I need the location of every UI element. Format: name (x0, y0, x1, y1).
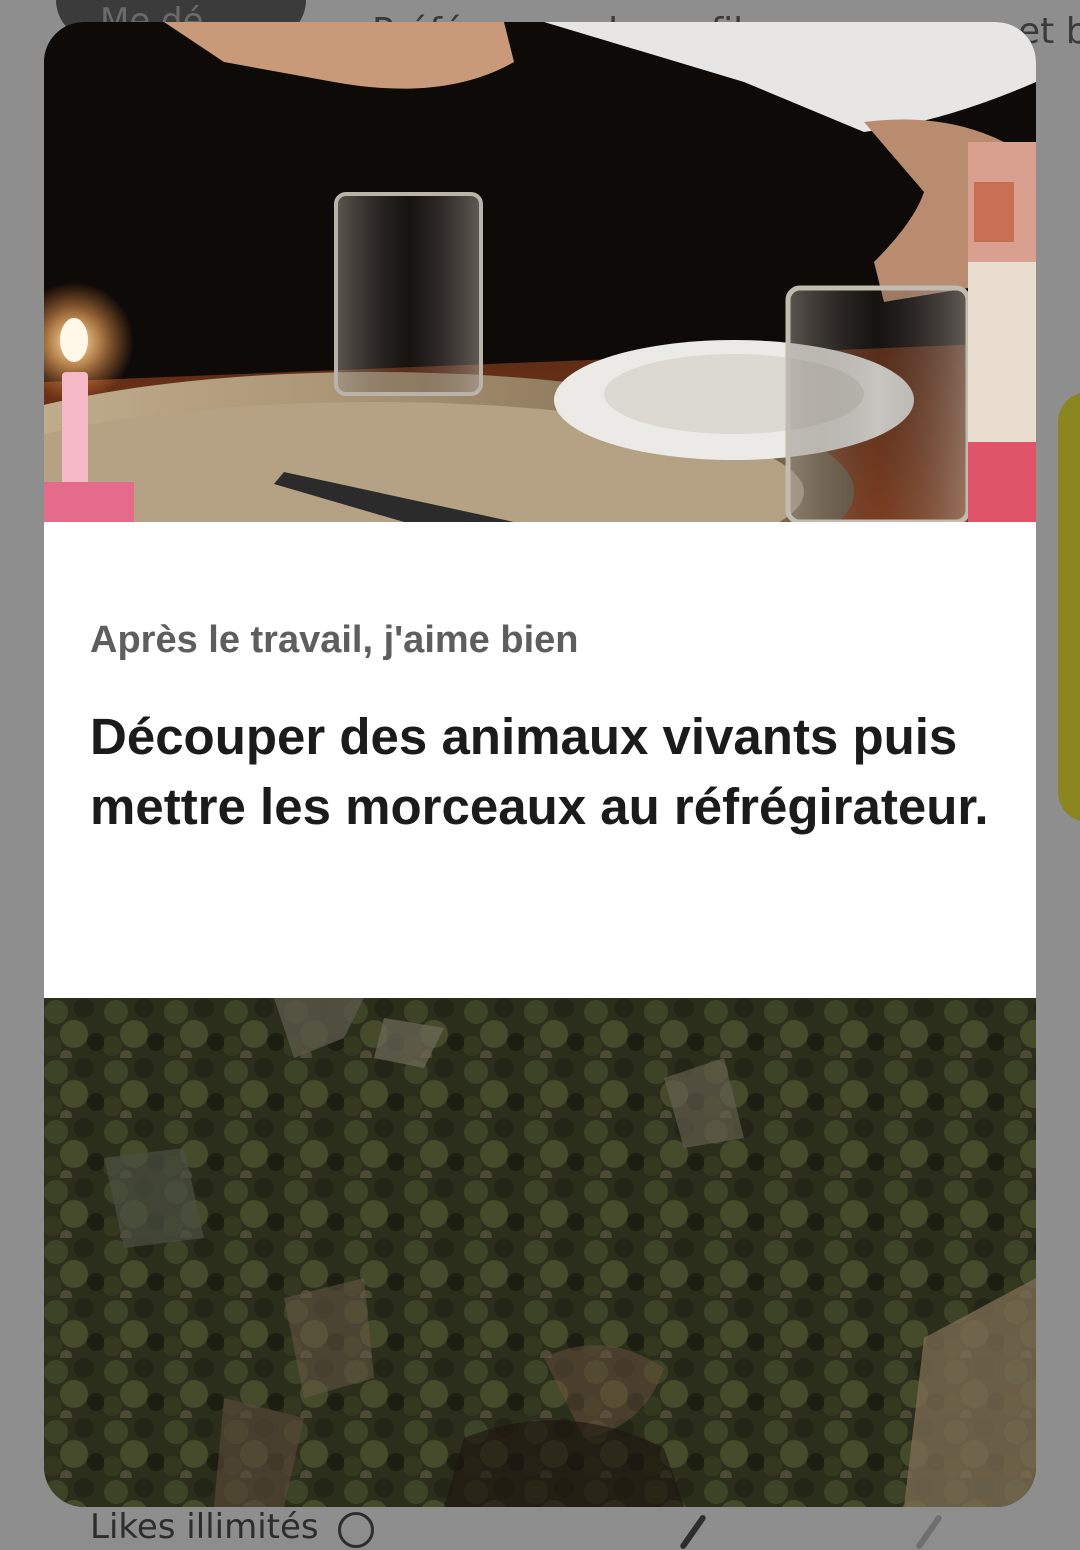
prompt-question: Après le travail, j'aime bien (90, 619, 579, 661)
profile-card[interactable]: Après le travail, j'aime bien Découper d… (44, 22, 1036, 1507)
pencil-icon-faded (915, 1513, 943, 1550)
profile-photo-dinner[interactable] (44, 22, 1036, 522)
profile-photo-forest[interactable] (44, 998, 1036, 1507)
forest-hillside-photo (44, 998, 1036, 1507)
pencil-icon (679, 1513, 707, 1550)
background-next-card (1058, 392, 1080, 822)
prompt-answer: Découper des animaux vivants puis mettre… (90, 708, 989, 835)
info-icon (338, 1512, 374, 1548)
dinner-table-photo (44, 22, 1036, 522)
profile-prompt[interactable]: Après le travail, j'aime bien Découper d… (44, 522, 1036, 998)
background-unlimited-likes-label: Likes illimités (90, 1507, 319, 1547)
